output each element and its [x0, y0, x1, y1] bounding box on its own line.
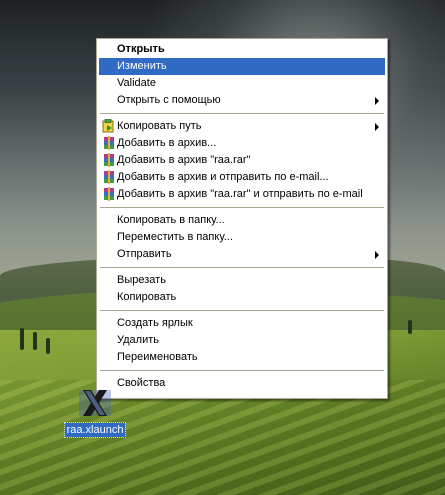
submenu-arrow-icon — [375, 123, 379, 131]
winrar-icon — [102, 170, 116, 184]
winrar-icon — [102, 136, 116, 150]
menu-item-label: Копировать — [117, 291, 177, 303]
copy-path-icon — [102, 119, 116, 133]
menu-item-label: Добавить в архив "raa.rar" и отправить п… — [117, 188, 363, 200]
winrar-icon — [102, 153, 116, 167]
menu-item-label: Переименовать — [117, 351, 198, 363]
menu-item-label: Открыть с помощью — [117, 94, 221, 106]
menu-separator — [100, 113, 384, 114]
menu-item-delete[interactable]: Удалить — [99, 332, 385, 349]
menu-item-properties[interactable]: Свойства — [99, 375, 385, 392]
menu-item-add-to-raa-rar[interactable]: Добавить в архив "raa.rar" — [99, 152, 385, 169]
menu-item-copy-to-folder[interactable]: Копировать в папку... — [99, 212, 385, 229]
menu-item-label: Копировать путь — [117, 120, 202, 132]
desktop-file-raa-xlaunch[interactable]: raa.xlaunch — [63, 386, 127, 438]
menu-item-label: Отправить — [117, 248, 172, 260]
submenu-arrow-icon — [375, 251, 379, 259]
menu-item-move-to-folder[interactable]: Переместить в папку... — [99, 229, 385, 246]
menu-separator — [100, 267, 384, 268]
menu-item-label: Validate — [117, 77, 156, 89]
menu-item-add-to-archive[interactable]: Добавить в архив... — [99, 135, 385, 152]
menu-item-label: Переместить в папку... — [117, 231, 233, 243]
menu-item-label: Вырезать — [117, 274, 166, 286]
menu-item-edit[interactable]: Изменить — [99, 58, 385, 75]
menu-item-cut[interactable]: Вырезать — [99, 272, 385, 289]
menu-item-label: Копировать в папку... — [117, 214, 225, 226]
menu-item-add-and-email[interactable]: Добавить в архив и отправить по e-mail..… — [99, 169, 385, 186]
menu-item-create-shortcut[interactable]: Создать ярлык — [99, 315, 385, 332]
menu-item-label: Удалить — [117, 334, 159, 346]
cypress-tree — [20, 328, 24, 350]
menu-item-label: Открыть — [117, 43, 165, 55]
cypress-tree — [33, 332, 37, 350]
xlaunch-icon — [79, 390, 111, 416]
menu-item-add-raa-rar-and-email[interactable]: Добавить в архив "raa.rar" и отправить п… — [99, 186, 385, 203]
menu-item-validate[interactable]: Validate — [99, 75, 385, 92]
menu-separator — [100, 370, 384, 371]
menu-item-copy-path[interactable]: Копировать путь — [99, 118, 385, 135]
menu-item-label: Изменить — [117, 60, 167, 72]
winrar-icon — [102, 187, 116, 201]
menu-separator — [100, 310, 384, 311]
menu-item-label: Создать ярлык — [117, 317, 193, 329]
menu-item-open-with[interactable]: Открыть с помощью — [99, 92, 385, 109]
menu-separator — [100, 207, 384, 208]
menu-item-label: Добавить в архив... — [117, 137, 217, 149]
desktop-background: Открыть Изменить Validate Открыть с помо… — [0, 0, 445, 495]
context-menu: Открыть Изменить Validate Открыть с помо… — [96, 38, 388, 399]
menu-item-open[interactable]: Открыть — [99, 41, 385, 58]
menu-item-send-to[interactable]: Отправить — [99, 246, 385, 263]
menu-item-rename[interactable]: Переименовать — [99, 349, 385, 366]
submenu-arrow-icon — [375, 97, 379, 105]
cypress-tree — [408, 320, 412, 334]
cypress-tree — [46, 338, 50, 354]
menu-item-label: Добавить в архив и отправить по e-mail..… — [117, 171, 329, 183]
menu-item-label: Добавить в архив "raa.rar" — [117, 154, 251, 166]
menu-item-copy[interactable]: Копировать — [99, 289, 385, 306]
desktop-file-label: raa.xlaunch — [63, 422, 127, 438]
